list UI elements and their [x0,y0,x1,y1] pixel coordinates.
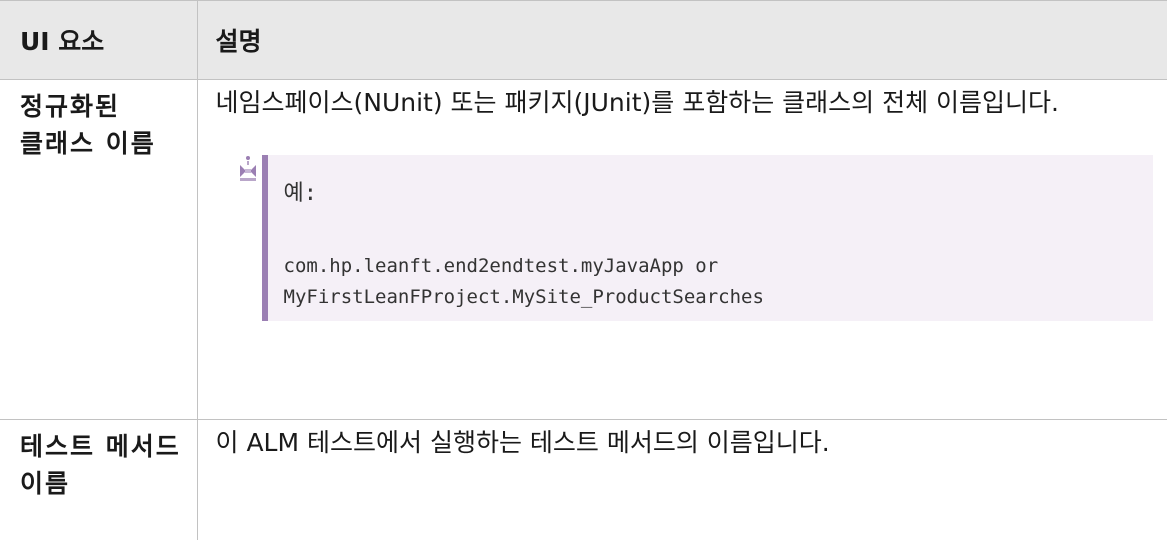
row-name-test-method-name: 테스트 메서드 이름 [0,420,197,540]
row-description-cell: 네임스페이스(NUnit) 또는 패키지(JUnit)를 포함하는 클래스의 전… [197,80,1167,420]
example-code-line: com.hp.leanft.end2endtest.myJavaApp or [284,251,1140,282]
example-code-line: MyFirstLeanFProject.MySite_ProductSearch… [284,282,1140,313]
example-box: 예: com.hp.leanft.end2endtest.myJavaApp o… [262,155,1154,321]
table-row: 테스트 메서드 이름 이 ALM 테스트에서 실행하는 테스트 메서드의 이름입… [0,420,1167,540]
table-row: 정규화된 클래스 이름 네임스페이스(NUnit) 또는 패키지(JUnit)를… [0,80,1167,420]
example-title: 예: [284,177,1140,211]
row-description-text: 네임스페이스(NUnit) 또는 패키지(JUnit)를 포함하는 클래스의 전… [216,84,1154,121]
example-note: 예: com.hp.leanft.end2endtest.myJavaApp o… [216,155,1154,319]
row-name-qualified-class-name: 정규화된 클래스 이름 [0,80,197,420]
row-description-text: 이 ALM 테스트에서 실행하는 테스트 메서드의 이름입니다. [197,420,1167,540]
column-header-description: 설명 [197,1,1167,80]
ui-elements-table: UI 요소 설명 정규화된 클래스 이름 네임스페이스(NUnit) 또는 패키… [0,0,1167,540]
example-icon [238,155,258,181]
example-code: com.hp.leanft.end2endtest.myJavaApp or M… [284,251,1140,313]
column-header-ui-element: UI 요소 [0,1,197,80]
table-header-row: UI 요소 설명 [0,1,1167,80]
